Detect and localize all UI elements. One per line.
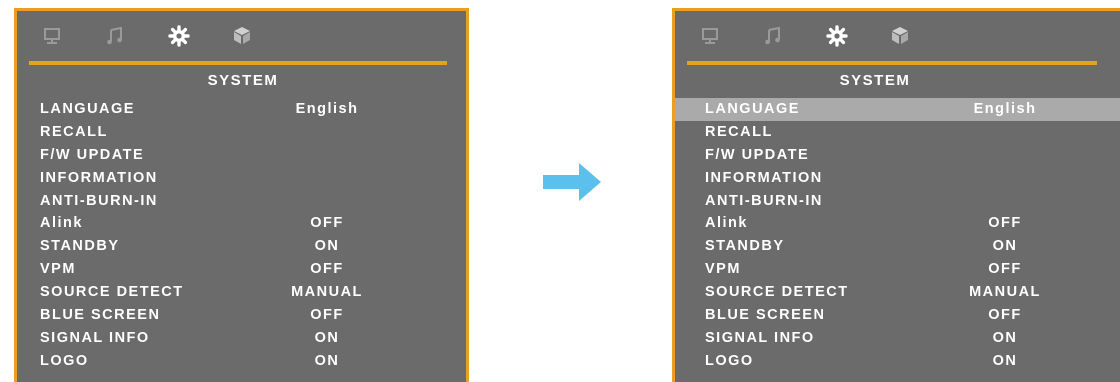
menu-item-signal-info[interactable]: SIGNAL INFO ON <box>17 327 466 350</box>
menu-item-anti-burn-in[interactable]: ANTI-BURN-IN <box>17 190 466 213</box>
menu-item-label: LANGUAGE <box>40 101 135 117</box>
menu-item-label: STANDBY <box>40 238 120 255</box>
osd-menu-before: SYSTEM LANGUAGE English RECALL F/W UPDATE… <box>14 8 469 382</box>
menu-item-vpm[interactable]: VPM OFF <box>17 258 466 281</box>
menu-item-label: LOGO <box>40 352 89 369</box>
menu-item-list: LANGUAGE English RECALL F/W UPDATE INFORM… <box>675 98 1120 373</box>
menu-title: SYSTEM <box>839 72 911 89</box>
menu-item-blue-screen[interactable]: BLUE SCREEN OFF <box>17 304 466 327</box>
osd-menu-after: SYSTEM LANGUAGE English RECALL F/W UPDATE… <box>672 8 1120 382</box>
menu-item-value: ON <box>314 352 340 369</box>
menu-item-label: ANTI-BURN-IN <box>705 192 823 209</box>
menu-item-value: ON <box>314 238 340 255</box>
tab-display[interactable] <box>39 23 65 49</box>
menu-item-label: SOURCE DETECT <box>705 284 849 301</box>
menu-item-label: STANDBY <box>705 238 785 255</box>
menu-item-label: LOGO <box>705 352 754 369</box>
menu-item-signal-info[interactable]: SIGNAL INFO ON <box>675 327 1120 350</box>
monitor-icon <box>44 28 60 44</box>
menu-item-alink[interactable]: Alink OFF <box>17 212 466 235</box>
menu-item-label: F/W UPDATE <box>705 146 810 163</box>
menu-item-source-detect[interactable]: SOURCE DETECT MANUAL <box>675 281 1120 304</box>
menu-item-label: BLUE SCREEN <box>705 307 826 324</box>
menu-item-label: INFORMATION <box>705 169 823 186</box>
menu-item-anti-burn-in[interactable]: ANTI-BURN-IN <box>675 190 1120 213</box>
menu-item-language[interactable]: LANGUAGE English <box>17 98 466 121</box>
tab-audio[interactable] <box>760 23 786 49</box>
menu-item-logo[interactable]: LOGO ON <box>675 350 1120 373</box>
tab-advanced[interactable] <box>887 23 913 49</box>
monitor-icon <box>702 28 718 44</box>
menu-item-value: OFF <box>988 261 1022 278</box>
menu-item-value: OFF <box>310 261 344 278</box>
menu-item-value: ON <box>992 238 1018 255</box>
menu-item-value: MANUAL <box>291 284 363 301</box>
menu-item-fw-update[interactable]: F/W UPDATE <box>17 144 466 167</box>
menu-item-label: INFORMATION <box>40 169 158 186</box>
arrow-right-icon <box>543 163 601 201</box>
menu-item-label: RECALL <box>705 123 773 140</box>
menu-item-recall[interactable]: RECALL <box>17 121 466 144</box>
menu-item-label: RECALL <box>40 123 108 140</box>
menu-item-value: MANUAL <box>969 284 1041 301</box>
menu-item-source-detect[interactable]: SOURCE DETECT MANUAL <box>17 281 466 304</box>
menu-item-language-selected[interactable]: LANGUAGE English <box>675 98 1120 121</box>
menu-divider <box>29 61 447 65</box>
menu-item-fw-update[interactable]: F/W UPDATE <box>675 144 1120 167</box>
tab-system[interactable] <box>824 23 850 49</box>
tab-audio[interactable] <box>102 23 128 49</box>
menu-item-label: F/W UPDATE <box>40 146 145 163</box>
menu-item-standby[interactable]: STANDBY ON <box>675 235 1120 258</box>
music-note-icon <box>107 26 122 45</box>
menu-item-label: SIGNAL INFO <box>40 329 150 346</box>
menu-item-label: SIGNAL INFO <box>705 329 815 346</box>
tab-system[interactable] <box>166 23 192 49</box>
menu-item-value: English <box>295 101 359 117</box>
menu-item-label: LANGUAGE <box>705 101 800 117</box>
menu-item-standby[interactable]: STANDBY ON <box>17 235 466 258</box>
menu-item-recall[interactable]: RECALL <box>675 121 1120 144</box>
cube-icon <box>892 27 908 44</box>
menu-item-label: VPM <box>705 261 741 278</box>
cube-icon <box>234 27 250 44</box>
tab-display[interactable] <box>697 23 723 49</box>
gear-icon <box>826 25 848 47</box>
menu-item-value: OFF <box>988 215 1022 232</box>
menu-item-value: ON <box>314 329 340 346</box>
menu-item-value: ON <box>992 329 1018 346</box>
menu-item-value: OFF <box>310 307 344 324</box>
menu-item-information[interactable]: INFORMATION <box>17 167 466 190</box>
menu-item-value: OFF <box>988 307 1022 324</box>
menu-item-label: BLUE SCREEN <box>40 307 161 324</box>
menu-item-blue-screen[interactable]: BLUE SCREEN OFF <box>675 304 1120 327</box>
menu-divider <box>687 61 1097 65</box>
menu-item-vpm[interactable]: VPM OFF <box>675 258 1120 281</box>
menu-item-value: OFF <box>310 215 344 232</box>
menu-item-label: Alink <box>705 215 748 232</box>
menu-item-label: VPM <box>40 261 76 278</box>
menu-item-value: ON <box>992 352 1018 369</box>
menu-item-label: ANTI-BURN-IN <box>40 192 158 209</box>
menu-item-logo[interactable]: LOGO ON <box>17 350 466 373</box>
tab-advanced[interactable] <box>229 23 255 49</box>
menu-item-list: LANGUAGE English RECALL F/W UPDATE INFORM… <box>17 98 466 373</box>
menu-item-label: Alink <box>40 215 83 232</box>
menu-item-information[interactable]: INFORMATION <box>675 167 1120 190</box>
music-note-icon <box>765 26 780 45</box>
menu-item-label: SOURCE DETECT <box>40 284 184 301</box>
gear-icon <box>168 25 190 47</box>
menu-title: SYSTEM <box>207 72 279 89</box>
menu-item-alink[interactable]: Alink OFF <box>675 212 1120 235</box>
menu-item-value: English <box>973 101 1037 117</box>
